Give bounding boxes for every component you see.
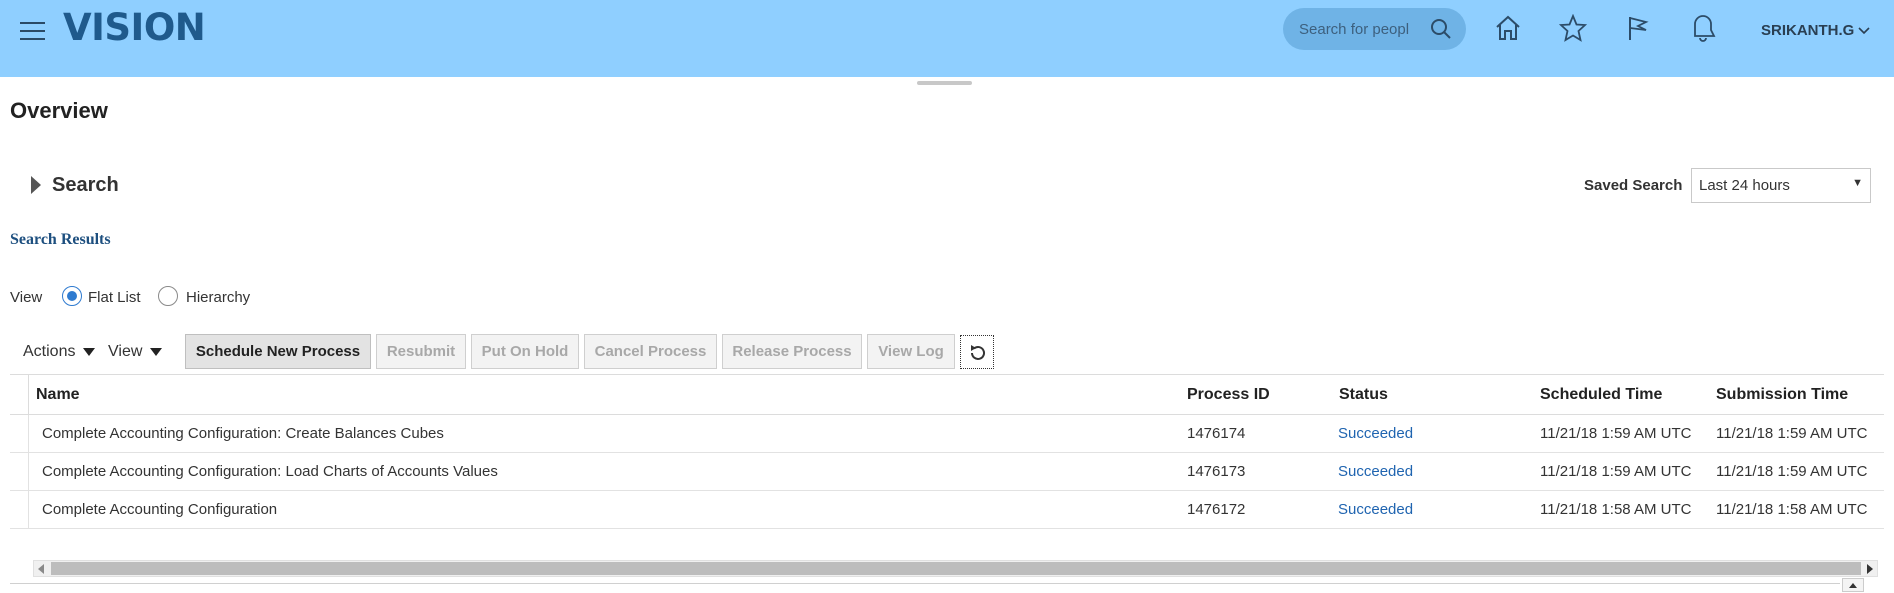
cell-status-link[interactable]: Succeeded [1338, 425, 1413, 442]
global-search-input[interactable] [1299, 19, 1409, 39]
cell-status-link[interactable]: Succeeded [1338, 463, 1413, 480]
table-row[interactable]: Complete Accounting Configuration: Creat… [10, 415, 1884, 453]
saved-search-select[interactable]: Last 24 hours ▼ [1691, 168, 1871, 203]
divider [10, 583, 1840, 584]
table-row[interactable]: Complete Accounting Configuration: Load … [10, 453, 1884, 491]
saved-search-label: Saved Search [1584, 177, 1683, 194]
column-header-name[interactable]: Name [36, 386, 80, 404]
menu-icon[interactable] [20, 22, 45, 40]
cell-process-id: 1476172 [1187, 501, 1246, 518]
cell-scheduled-time: 11/21/18 1:59 AM UTC [1540, 425, 1692, 442]
horizontal-scrollbar[interactable] [33, 560, 1878, 577]
search-icon[interactable] [1430, 18, 1452, 40]
view-log-button[interactable]: View Log [867, 334, 955, 369]
row-selector[interactable] [10, 415, 29, 452]
page-title: Overview [10, 98, 108, 123]
panel-drag-handle[interactable] [917, 81, 972, 85]
bell-icon[interactable] [1689, 14, 1717, 42]
resubmit-button[interactable]: Resubmit [376, 334, 466, 369]
schedule-new-process-button[interactable]: Schedule New Process [185, 334, 371, 369]
home-icon[interactable] [1494, 14, 1522, 42]
column-header-submission-time[interactable]: Submission Time [1716, 386, 1848, 404]
user-menu[interactable]: SRIKANTH.G [1761, 22, 1870, 39]
disclosure-triangle-icon [31, 176, 41, 194]
search-panel-label: Search [52, 174, 119, 196]
view-label: View [10, 289, 43, 306]
cell-submission-time: 11/21/18 1:59 AM UTC [1716, 425, 1868, 442]
caret-down-icon [83, 347, 96, 356]
cell-name: Complete Accounting Configuration [42, 501, 278, 518]
hierarchy-label[interactable]: Hierarchy [186, 289, 250, 306]
column-header-process-id[interactable]: Process ID [1187, 386, 1270, 404]
cancel-process-button[interactable]: Cancel Process [584, 334, 717, 369]
scrollbar-thumb[interactable] [51, 562, 1861, 575]
cell-process-id: 1476174 [1187, 425, 1246, 442]
refresh-button[interactable] [960, 335, 994, 369]
scroll-up-arrow-icon[interactable] [1842, 578, 1864, 592]
cell-name: Complete Accounting Configuration: Creat… [42, 425, 444, 442]
flat-list-radio[interactable] [62, 286, 82, 306]
table-header: Name Process ID Status Scheduled Time Su… [10, 374, 1884, 415]
global-search [1283, 8, 1466, 50]
user-name: SRIKANTH.G [1761, 22, 1855, 39]
scroll-right-arrow-icon[interactable] [1867, 564, 1873, 574]
saved-search-value: Last 24 hours [1699, 177, 1790, 194]
scroll-left-arrow-icon[interactable] [38, 564, 44, 574]
actions-menu-label: Actions [23, 343, 76, 360]
chevron-down-icon [1858, 27, 1870, 35]
header-selector-cell [10, 375, 29, 414]
app-logo[interactable]: VISION [63, 6, 206, 49]
cell-process-id: 1476173 [1187, 463, 1246, 480]
view-menu-label: View [108, 343, 143, 360]
row-selector[interactable] [10, 491, 29, 528]
caret-down-icon [150, 347, 163, 356]
row-selector[interactable] [10, 453, 29, 490]
view-menu[interactable]: View [108, 343, 163, 361]
flag-icon[interactable] [1624, 14, 1652, 42]
cell-submission-time: 11/21/18 1:59 AM UTC [1716, 463, 1868, 480]
cell-scheduled-time: 11/21/18 1:58 AM UTC [1540, 501, 1692, 518]
search-results-title: Search Results [10, 231, 111, 248]
hierarchy-radio[interactable] [158, 286, 178, 306]
top-header: VISION SRIKANTH.G [0, 0, 1894, 77]
refresh-icon [971, 345, 985, 360]
release-process-button[interactable]: Release Process [722, 334, 862, 369]
dropdown-arrow-icon: ▼ [1852, 177, 1863, 189]
star-icon[interactable] [1559, 14, 1587, 42]
column-header-status[interactable]: Status [1339, 386, 1388, 404]
table-row[interactable]: Complete Accounting Configuration 147617… [10, 491, 1884, 529]
column-header-scheduled-time[interactable]: Scheduled Time [1540, 386, 1662, 404]
put-on-hold-button[interactable]: Put On Hold [471, 334, 579, 369]
cell-submission-time: 11/21/18 1:58 AM UTC [1716, 501, 1868, 518]
actions-menu[interactable]: Actions [23, 343, 96, 361]
flat-list-label[interactable]: Flat List [88, 289, 141, 306]
cell-name: Complete Accounting Configuration: Load … [42, 463, 498, 480]
cell-status-link[interactable]: Succeeded [1338, 501, 1413, 518]
cell-scheduled-time: 11/21/18 1:59 AM UTC [1540, 463, 1692, 480]
